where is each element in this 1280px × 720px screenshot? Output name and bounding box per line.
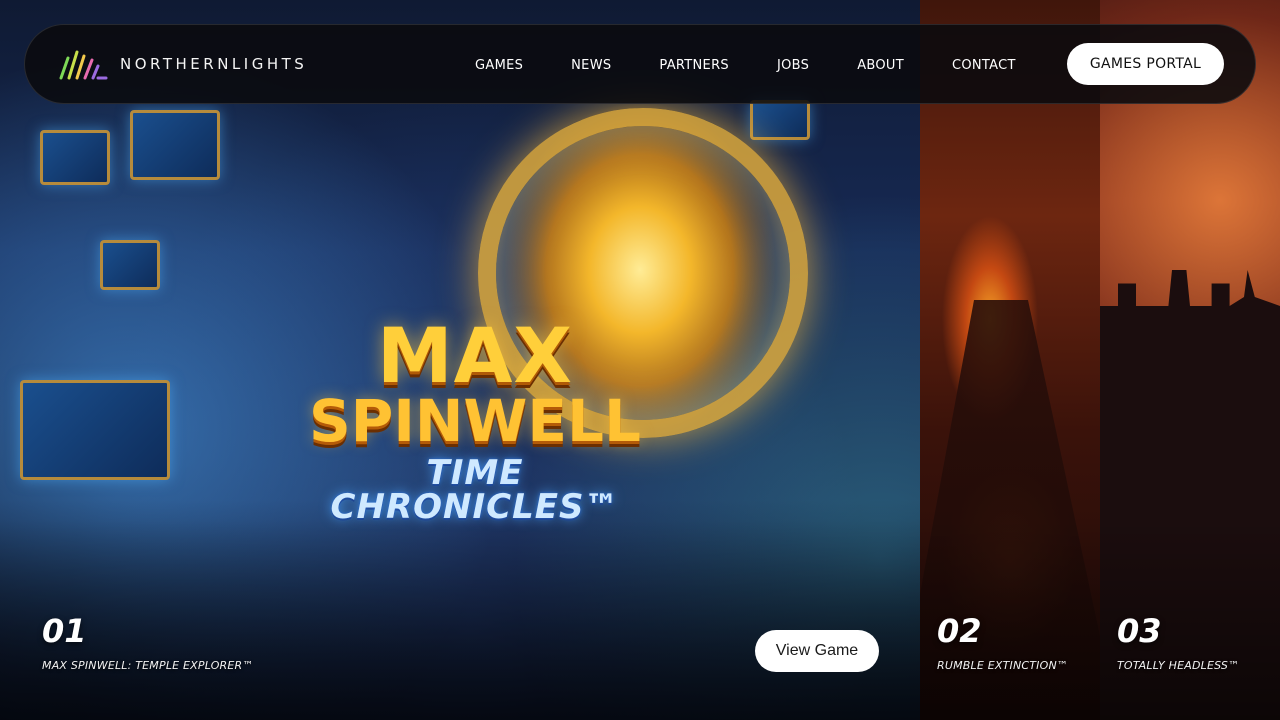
view-game-button[interactable]: View Game — [755, 630, 879, 672]
slide-title: TOTALLY HEADLESS™ — [1117, 659, 1240, 672]
slide-shade — [0, 520, 920, 720]
slide-number: 03 — [1117, 612, 1162, 650]
nav-link-contact[interactable]: CONTACT — [952, 58, 1016, 73]
nav-link-about[interactable]: ABOUT — [857, 58, 904, 73]
game-logo-line-2: SPINWELL — [309, 387, 641, 455]
game-logo-line-1: MAX — [376, 311, 574, 400]
nav-link-games[interactable]: GAMES — [475, 58, 523, 73]
slide-number: 01 — [42, 612, 87, 650]
artwork-monitor — [40, 130, 110, 185]
northernlights-logo-icon — [59, 50, 108, 80]
nav-link-news[interactable]: NEWS — [571, 58, 611, 73]
artwork-monitor — [100, 240, 160, 290]
artwork-monitor — [20, 380, 170, 480]
nav-link-jobs[interactable]: JOBS — [777, 58, 809, 73]
slide-totally-headless[interactable]: 03 TOTALLY HEADLESS™ — [1100, 0, 1280, 720]
nav-menu: GAMES NEWS PARTNERS JOBS ABOUT CONTACT — [475, 25, 1016, 105]
slide-title: RUMBLE EXTINCTION™ — [937, 659, 1069, 672]
slide-title: MAX SPINWELL: TEMPLE EXPLORER™ — [42, 659, 254, 672]
artwork-monitor — [130, 110, 220, 180]
brand-name: NORTHERNLIGHTS — [120, 55, 308, 73]
games-portal-button[interactable]: GAMES PORTAL — [1067, 43, 1224, 85]
top-navbar: NORTHERNLIGHTS GAMES NEWS PARTNERS JOBS … — [24, 24, 1256, 104]
game-logo: MAX SPINWELL TIME CHRONICLES™ — [290, 311, 660, 527]
slide-number: 02 — [937, 612, 982, 650]
game-carousel: MAX SPINWELL TIME CHRONICLES™ 01 MAX SPI… — [0, 0, 1280, 720]
brand-logo-link[interactable]: NORTHERNLIGHTS — [58, 47, 307, 81]
artwork-monitor — [750, 100, 810, 140]
slide-max-spinwell[interactable]: MAX SPINWELL TIME CHRONICLES™ 01 MAX SPI… — [0, 0, 920, 720]
game-logo-line-3: TIME CHRONICLES™ — [330, 453, 620, 527]
slide-rumble-extinction[interactable]: 02 RUMBLE EXTINCTION™ — [920, 0, 1100, 720]
nav-link-partners[interactable]: PARTNERS — [659, 58, 729, 73]
